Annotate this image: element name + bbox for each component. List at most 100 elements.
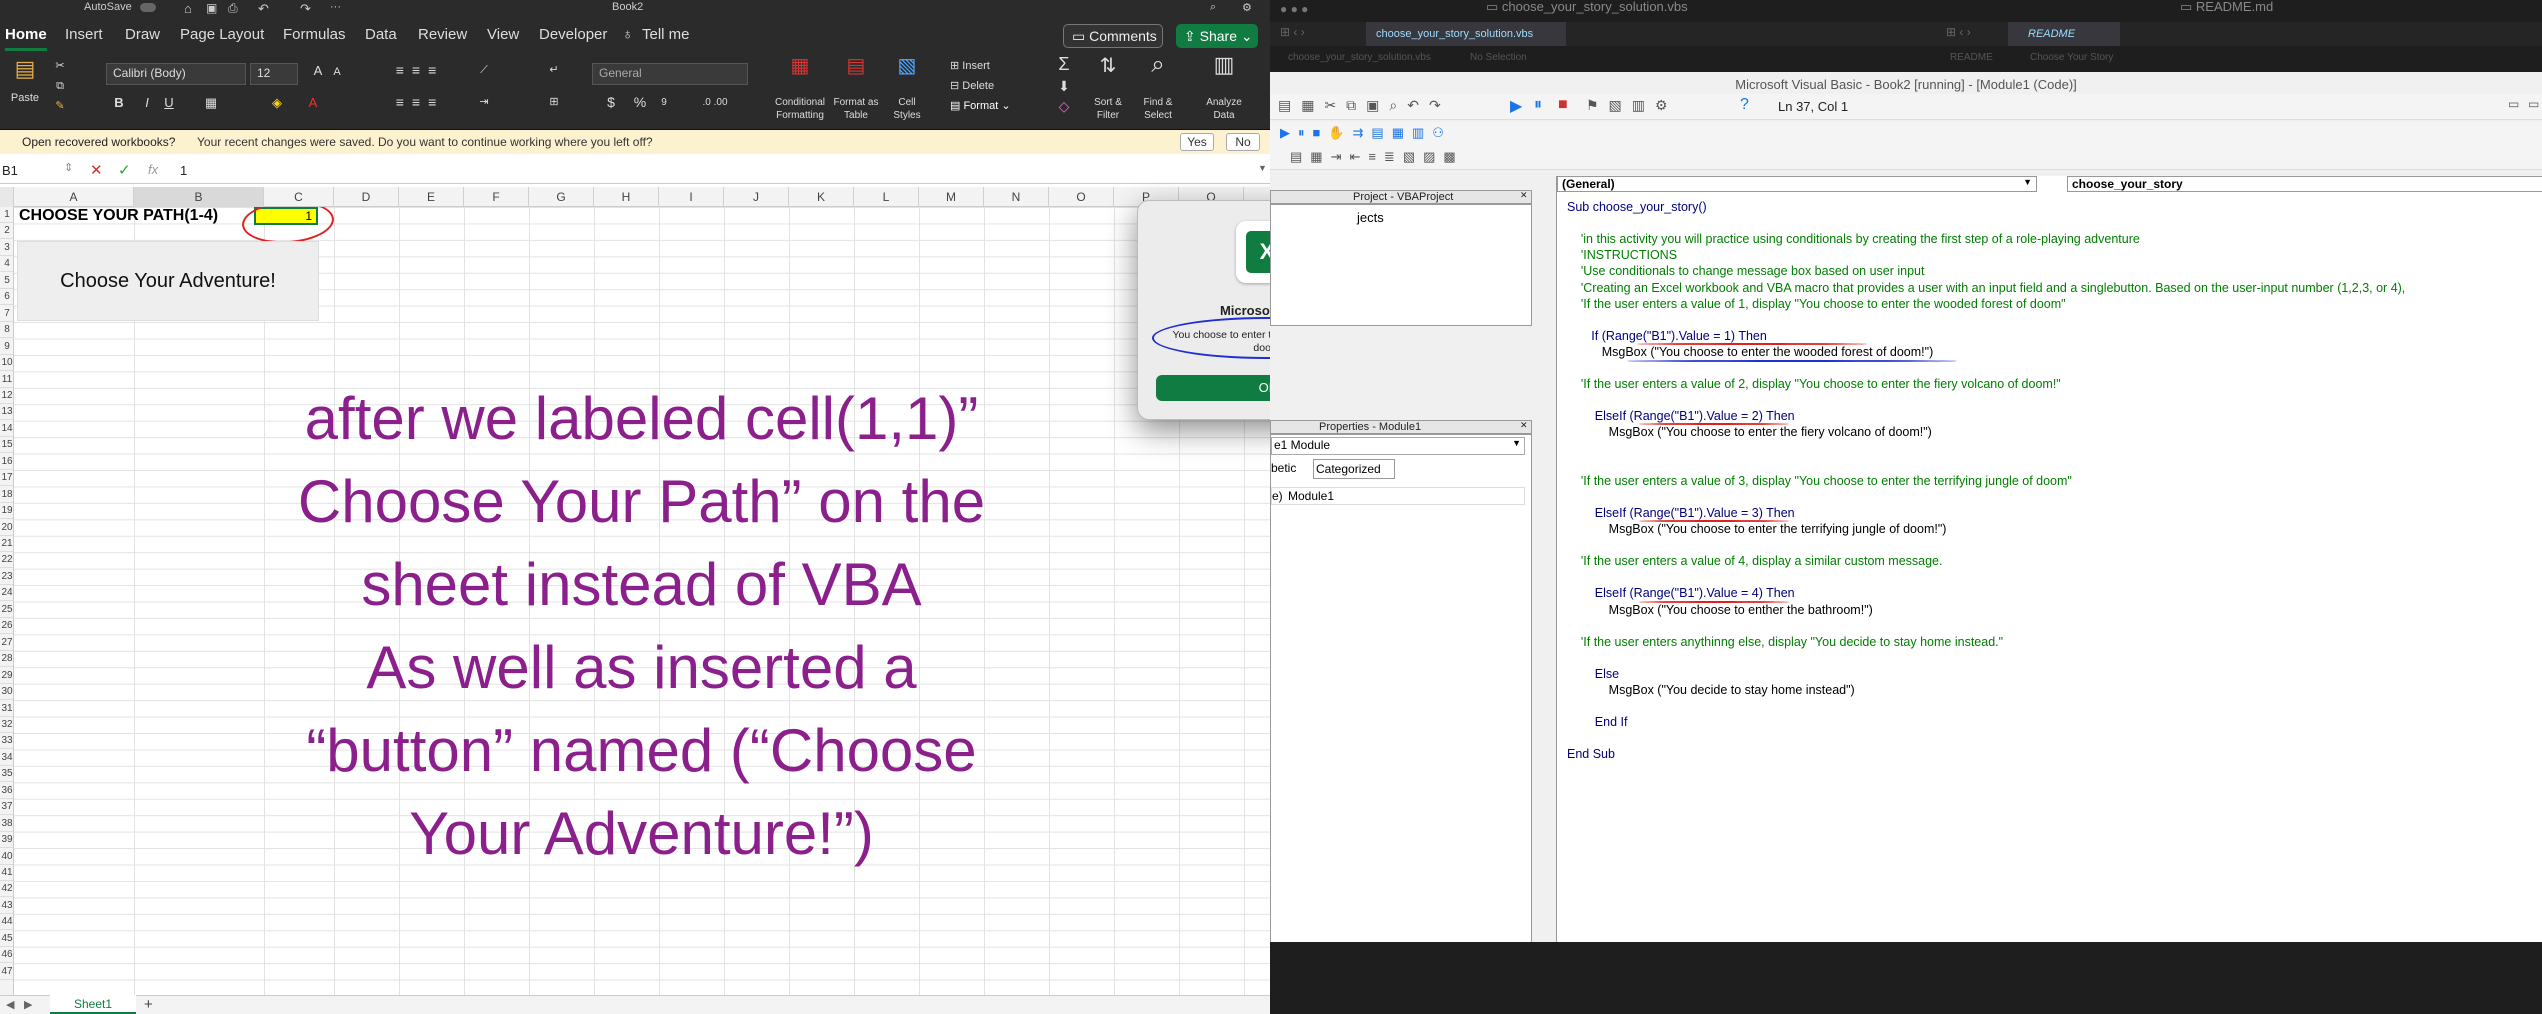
properties-object-select[interactable]: e1 Module ▼ — [1271, 437, 1525, 455]
row-header-45[interactable]: 45 — [0, 931, 13, 947]
code-line[interactable]: 'If the user enters a value of 3, displa… — [1567, 474, 2072, 488]
row-header-46[interactable]: 46 — [0, 947, 13, 964]
tab-developer[interactable]: Developer — [539, 26, 607, 43]
code-line[interactable]: 'If the user enters anythinng else, disp… — [1567, 635, 2003, 649]
breadcrumb-left-selection[interactable]: No Selection — [1470, 52, 1527, 63]
code-line[interactable]: 'Use conditionals to change message box … — [1567, 264, 1925, 278]
row-header-13[interactable]: 13 — [0, 404, 13, 421]
stop-icon[interactable]: ■ — [1558, 96, 1568, 114]
breadcrumb-right-2[interactable]: Choose Your Story — [2030, 52, 2113, 63]
row-header-24[interactable]: 24 — [0, 585, 13, 602]
print-icon[interactable]: ⎙ — [228, 1, 238, 16]
code-line[interactable]: ElseIf (Range("B1").Value = 4) Then — [1567, 586, 1795, 600]
row-header-34[interactable]: 34 — [0, 750, 13, 766]
account-icon[interactable]: ⚙ — [1242, 1, 1252, 14]
code-line[interactable]: End Sub — [1567, 747, 1615, 761]
row-header-3[interactable]: 3 — [0, 240, 13, 256]
paste-label[interactable]: Paste — [6, 92, 44, 105]
column-header-h[interactable]: H — [594, 187, 659, 207]
column-header-k[interactable]: K — [789, 187, 854, 207]
row-header-37[interactable]: 37 — [0, 799, 13, 816]
code-line[interactable]: Sub choose_your_story() — [1567, 200, 1707, 214]
select-all-corner[interactable] — [0, 187, 14, 207]
font-name-select[interactable]: Calibri (Body) — [106, 63, 246, 85]
more-icon[interactable]: ··· — [330, 1, 341, 13]
tab-categorized[interactable]: Categorized — [1313, 459, 1395, 479]
breadcrumb-right-1[interactable]: README — [1950, 52, 1993, 63]
row-header-28[interactable]: 28 — [0, 651, 13, 668]
bold-icon[interactable]: B — [112, 96, 126, 109]
grid-icon[interactable]: ⊞ ‹ › — [1280, 25, 1305, 39]
help-icon[interactable]: ? — [1740, 96, 1749, 114]
row-header-25[interactable]: 25 — [0, 602, 13, 618]
column-header-b[interactable]: B — [134, 187, 264, 207]
tab-page-layout[interactable]: Page Layout — [180, 26, 264, 43]
code-editor[interactable]: Sub choose_your_story() 'in this activit… — [1557, 194, 2542, 914]
tab-insert[interactable]: Insert — [65, 26, 103, 43]
row-header-4[interactable]: 4 — [0, 256, 13, 273]
row-header-26[interactable]: 26 — [0, 618, 13, 635]
row-header-20[interactable]: 20 — [0, 520, 13, 536]
row-header-39[interactable]: 39 — [0, 832, 13, 849]
name-box[interactable]: B1 — [2, 163, 72, 178]
column-header-g[interactable]: G — [529, 187, 594, 207]
tab-data[interactable]: Data — [365, 26, 397, 43]
row-header-5[interactable]: 5 — [0, 273, 13, 289]
choose-adventure-button[interactable]: Choose Your Adventure! — [17, 241, 319, 321]
cell-a1[interactable]: CHOOSE YOUR PATH(1-4) — [16, 207, 262, 225]
column-header-d[interactable]: D — [334, 187, 399, 207]
borders-icon[interactable]: ▦ — [204, 96, 218, 109]
design-icons[interactable]: ⚑▧▥⚙ — [1586, 97, 1678, 114]
code-line[interactable]: 'in this activity you will practice usin… — [1567, 232, 2140, 246]
function-icon[interactable]: fx — [148, 162, 158, 177]
row-header-27[interactable]: 27 — [0, 635, 13, 651]
row-header-18[interactable]: 18 — [0, 487, 13, 503]
code-line[interactable]: 'If the user enters a value of 1, displa… — [1567, 297, 2066, 311]
format-cells-button[interactable]: ▤ Format ⌄ — [950, 100, 1020, 113]
project-tree-partial[interactable]: jects — [1357, 210, 1384, 225]
column-header-m[interactable]: M — [919, 187, 984, 207]
row-header-40[interactable]: 40 — [0, 849, 13, 865]
conditional-formatting-icon[interactable]: ▦ — [772, 56, 828, 76]
format-as-table-label[interactable]: Format as Table — [832, 96, 880, 122]
column-header-n[interactable]: N — [984, 187, 1049, 207]
row-header-29[interactable]: 29 — [0, 668, 13, 684]
code-line[interactable]: MsgBox ("You choose to enther the bathro… — [1567, 603, 1873, 617]
sheet-nav-left-icon[interactable]: ◀ — [6, 998, 14, 1011]
home-icon[interactable]: ⌂ — [184, 1, 192, 16]
format-painter-icon[interactable]: ✎ — [52, 100, 68, 113]
comments-button[interactable]: ▭ Comments — [1063, 24, 1163, 48]
row-header-17[interactable]: 17 — [0, 470, 13, 487]
add-sheet-button[interactable]: + — [144, 996, 153, 1013]
search-icon[interactable]: ⌕ — [1210, 1, 1216, 14]
traffic-lights-icon[interactable]: ● ● ● — [1280, 2, 1308, 16]
properties-close-icon[interactable]: ✕ — [1520, 420, 1530, 432]
sort-filter-label[interactable]: Sort & Filter — [1088, 96, 1128, 122]
decrease-font-icon[interactable]: A — [330, 66, 344, 79]
tab-draw[interactable]: Draw — [125, 26, 160, 43]
align-left-icons[interactable]: ≡≡≡ — [380, 95, 460, 109]
tab-tell-me[interactable]: Tell me — [642, 26, 690, 43]
code-line[interactable]: ElseIf (Range("B1").Value = 3) Then — [1567, 506, 1795, 520]
tab-alphabetic[interactable]: betic — [1271, 461, 1311, 479]
project-close-icon[interactable]: ✕ — [1520, 190, 1530, 202]
row-header-41[interactable]: 41 — [0, 865, 13, 881]
find-select-icon[interactable]: ⌕ — [1136, 53, 1180, 77]
redo-icon[interactable]: ↷ — [300, 1, 311, 17]
find-select-label[interactable]: Find & Select — [1136, 96, 1180, 122]
row-header-32[interactable]: 32 — [0, 717, 13, 733]
row-header-11[interactable]: 11 — [0, 372, 13, 388]
row-header-15[interactable]: 15 — [0, 437, 13, 454]
fill-icon[interactable]: ⬇ — [1052, 79, 1076, 93]
insert-cells-button[interactable]: ⊞ Insert — [950, 60, 1020, 73]
column-header-c[interactable]: C — [264, 187, 334, 207]
column-header-a[interactable]: A — [14, 187, 134, 207]
code-line[interactable]: MsgBox ("You decide to stay home instead… — [1567, 683, 1855, 697]
yes-button[interactable]: Yes — [1180, 133, 1214, 151]
enter-icon[interactable]: ✓ — [118, 161, 131, 179]
row-header-9[interactable]: 9 — [0, 339, 13, 355]
font-size-select[interactable]: 12 — [250, 63, 298, 85]
close-icon[interactable]: ▭ — [2528, 97, 2539, 111]
copy-icon[interactable]: ⧉ — [52, 80, 68, 93]
format-as-table-icon[interactable]: ▤ — [832, 56, 880, 76]
